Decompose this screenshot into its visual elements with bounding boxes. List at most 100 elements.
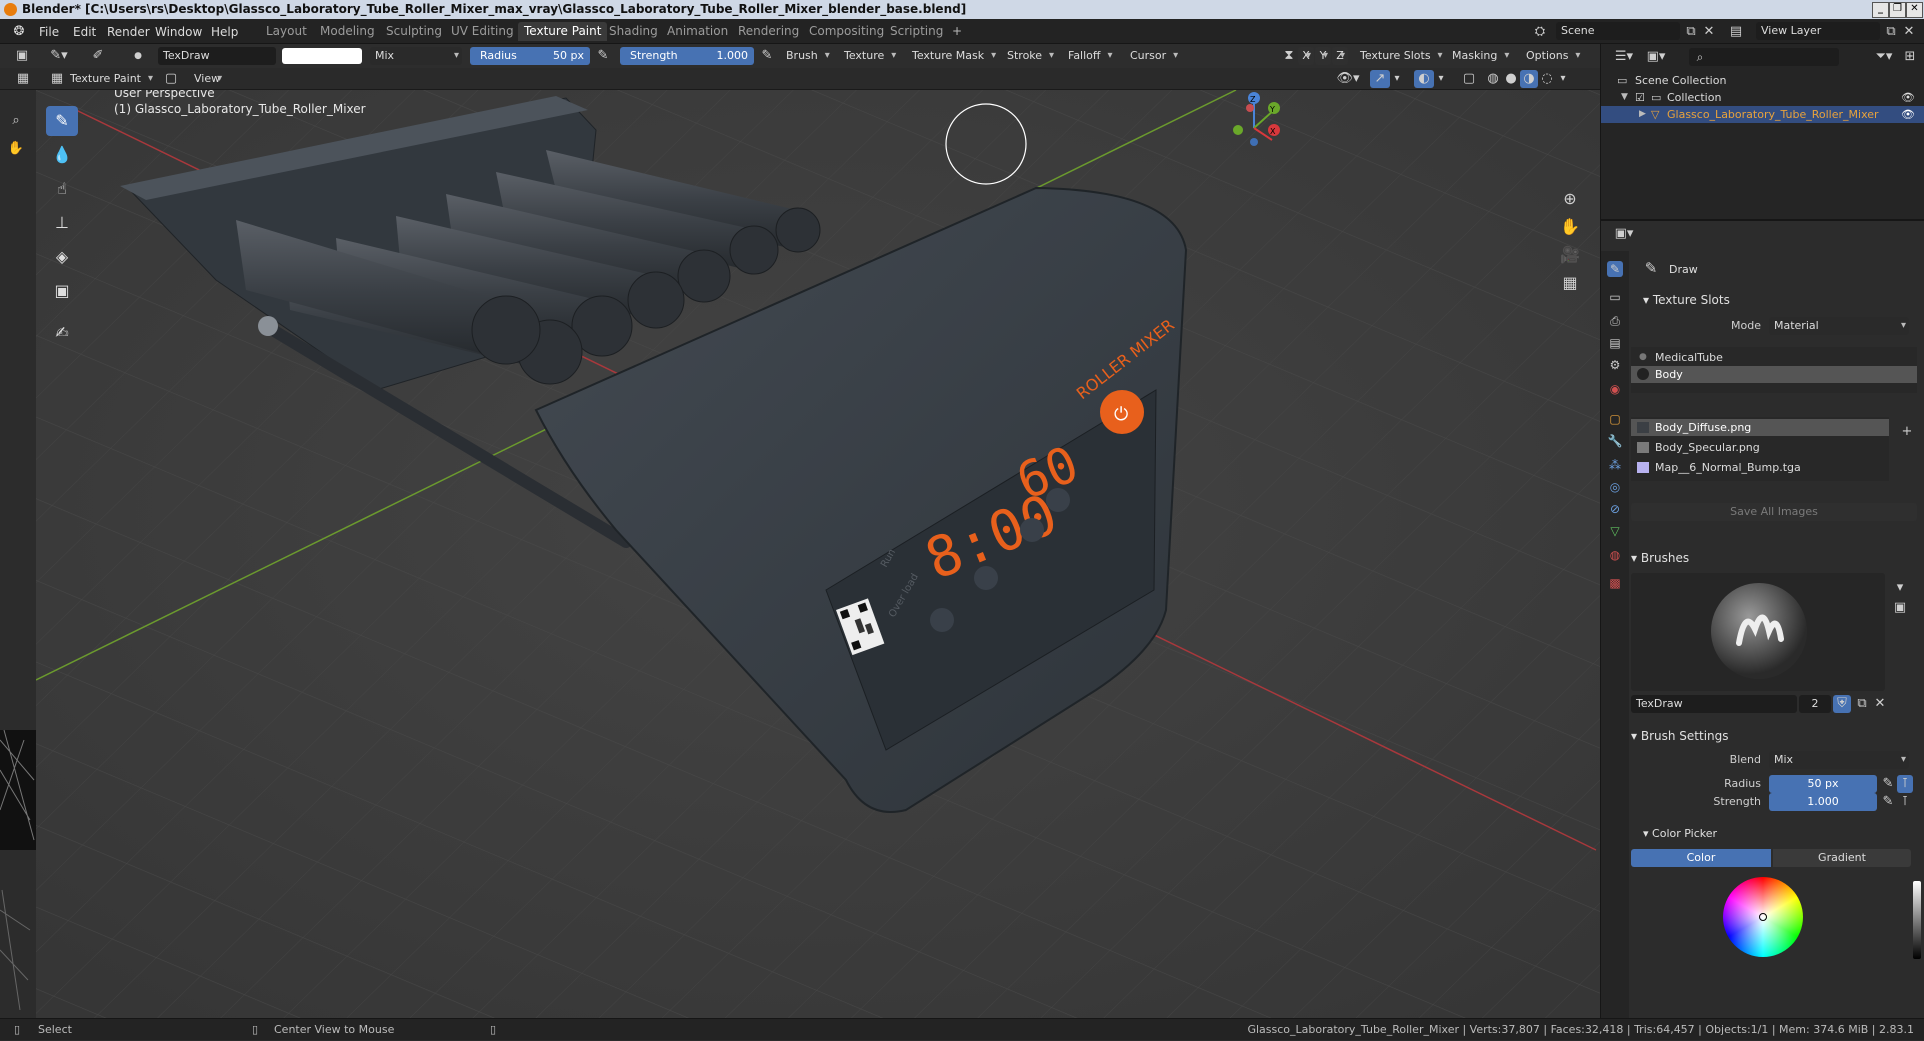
strength-slider[interactable]: 1.000 bbox=[1769, 793, 1877, 811]
paint-mask-icon[interactable]: ▢ bbox=[162, 70, 180, 88]
menu-file[interactable]: File bbox=[39, 25, 59, 39]
brush-menu[interactable]: Brush bbox=[782, 47, 832, 65]
color-wheel[interactable] bbox=[1723, 877, 1803, 957]
image-slot-row[interactable]: Map__6_Normal_Bump.tga bbox=[1631, 459, 1889, 476]
radius-unit-icon[interactable]: ⊺ bbox=[1897, 775, 1913, 793]
cursor-menu[interactable]: Cursor bbox=[1126, 47, 1180, 65]
blend-mode-dropdown[interactable]: Mix bbox=[370, 47, 462, 65]
strength-slider[interactable]: Strength 1.000 bbox=[620, 47, 754, 65]
mode-menu-icon[interactable]: ✎▾ bbox=[45, 47, 73, 65]
falloff-menu[interactable]: Falloff bbox=[1064, 47, 1114, 65]
rendered-shading-icon[interactable]: ◌ bbox=[1538, 70, 1556, 88]
smear-tool-icon[interactable]: ☝ bbox=[46, 174, 78, 204]
axis-y-toggle[interactable]: Y bbox=[1315, 47, 1331, 65]
texture-tab-icon[interactable]: ▩ bbox=[1607, 575, 1623, 591]
camera-icon[interactable]: 🎥 bbox=[1560, 246, 1580, 264]
image-slot-row[interactable]: Body_Diffuse.png bbox=[1631, 419, 1889, 436]
clone-tool-icon[interactable]: ⊥ bbox=[46, 208, 78, 238]
outliner-object-row[interactable]: ▶ ▽ Glassco_Laboratory_Tube_Roller_Mixer… bbox=[1601, 106, 1924, 123]
data-tab-icon[interactable]: ▽ bbox=[1607, 523, 1623, 539]
delete-scene-icon[interactable]: ✕ bbox=[1700, 23, 1718, 41]
expand-arrow-icon[interactable]: ▶ bbox=[1639, 106, 1646, 123]
view-layer-tab-icon[interactable]: ▤ bbox=[1607, 335, 1623, 351]
brush-tool-icon[interactable]: ✐ bbox=[88, 47, 108, 65]
3d-viewport[interactable]: ROLLER MIXER ⏻ 8:00 60 Run Over load Z Y… bbox=[36, 90, 1600, 1018]
brush-image-icon[interactable]: ▣ bbox=[1891, 599, 1909, 617]
gizmo-toggle-icon[interactable]: ↗ bbox=[1370, 70, 1390, 88]
add-slot-icon[interactable]: + bbox=[1899, 423, 1915, 441]
menu-window[interactable]: Window bbox=[155, 25, 202, 39]
material-slot-medicaltube[interactable]: ● MedicalTube bbox=[1631, 349, 1917, 366]
editor-type-icon[interactable]: ▣ bbox=[12, 47, 32, 65]
tab-layout[interactable]: Layout bbox=[260, 22, 313, 41]
pan-hand-icon[interactable]: ✋ bbox=[1560, 218, 1580, 236]
world-tab-icon[interactable]: ◉ bbox=[1607, 381, 1623, 397]
tab-texture-paint[interactable]: Texture Paint bbox=[518, 22, 608, 41]
brushes-header[interactable]: ▾ Brushes bbox=[1631, 551, 1689, 565]
radius-slider[interactable]: 50 px bbox=[1769, 775, 1877, 793]
new-view-layer-icon[interactable]: ⧉ bbox=[1882, 23, 1900, 41]
menu-render[interactable]: Render bbox=[107, 25, 150, 39]
view-layer-icon[interactable]: ▤ bbox=[1726, 23, 1746, 41]
color-picker-header[interactable]: ▾ Color Picker bbox=[1643, 827, 1717, 840]
outliner-search-input[interactable] bbox=[1689, 48, 1839, 66]
zoom-icon[interactable]: ⊕ bbox=[1560, 190, 1580, 208]
annotate-tool-icon[interactable]: ✍ bbox=[46, 318, 78, 348]
material-slot-body[interactable]: Body bbox=[1631, 366, 1917, 383]
scene-tab-icon[interactable]: ⚙ bbox=[1607, 357, 1623, 373]
brush-users-count[interactable]: 2 bbox=[1799, 695, 1831, 713]
texture-slots-header[interactable]: ▾ Texture Slots bbox=[1643, 293, 1730, 307]
tab-sculpting[interactable]: Sculpting bbox=[380, 22, 448, 41]
axis-z-toggle[interactable]: Z bbox=[1332, 47, 1348, 65]
search-icon[interactable]: ⌕ bbox=[6, 112, 26, 130]
scene-icon[interactable]: ⛭ bbox=[1530, 23, 1550, 41]
stroke-menu[interactable]: Stroke bbox=[1003, 47, 1056, 65]
gizmo-menu-icon[interactable]: ▾ bbox=[1390, 70, 1404, 88]
tab-rendering[interactable]: Rendering bbox=[732, 22, 805, 41]
outliner-collection[interactable]: ▼ ☑ ▭ Collection 👁 bbox=[1601, 89, 1924, 106]
strength-unit-icon[interactable]: ⊺ bbox=[1897, 793, 1913, 811]
tab-animation[interactable]: Animation bbox=[661, 22, 734, 41]
material-tab-icon[interactable]: ◍ bbox=[1607, 547, 1623, 563]
tab-shading[interactable]: Shading bbox=[603, 22, 664, 41]
radius-slider[interactable]: Radius 50 px bbox=[470, 47, 590, 65]
tab-uv-editing[interactable]: UV Editing bbox=[445, 22, 520, 41]
visibility-eye-icon[interactable]: 👁 bbox=[1901, 106, 1915, 123]
object-tab-icon[interactable]: ▢ bbox=[1607, 411, 1623, 427]
minimize-button[interactable]: _ bbox=[1872, 2, 1889, 18]
fake-user-shield-icon[interactable]: ⛨ bbox=[1833, 695, 1851, 713]
strength-pressure-icon[interactable]: ✎ bbox=[758, 47, 776, 65]
shading-menu-icon[interactable]: ▾ bbox=[1556, 70, 1570, 88]
mask-tool-icon[interactable]: ▣ bbox=[46, 276, 78, 306]
axis-x-toggle[interactable]: X bbox=[1298, 47, 1314, 65]
hand-icon[interactable]: ✋ bbox=[6, 140, 26, 158]
solid-shading-icon[interactable]: ● bbox=[1502, 70, 1520, 88]
blend-dropdown[interactable]: Mix bbox=[1769, 751, 1909, 769]
image-slot-list[interactable]: Body_Diffuse.png Body_Specular.png Map__… bbox=[1631, 417, 1889, 481]
material-slot-list[interactable]: ● MedicalTube Body bbox=[1631, 347, 1917, 393]
viewport-scene[interactable]: ROLLER MIXER ⏻ 8:00 60 Run Over load Z Y… bbox=[36, 90, 1600, 1018]
strength-pressure-icon[interactable]: ✎ bbox=[1881, 793, 1895, 811]
scene-field[interactable]: Scene bbox=[1556, 22, 1680, 40]
duplicate-brush-icon[interactable]: ⧉ bbox=[1853, 695, 1871, 713]
particles-tab-icon[interactable]: ⁂ bbox=[1607, 457, 1623, 473]
modifier-tab-icon[interactable]: 🔧 bbox=[1607, 433, 1623, 449]
tab-scripting[interactable]: Scripting bbox=[884, 22, 949, 41]
color-cursor[interactable] bbox=[1759, 913, 1767, 921]
masking-menu[interactable]: Masking bbox=[1448, 47, 1511, 65]
checkbox-icon[interactable]: ☑ bbox=[1635, 89, 1645, 106]
outliner-editor-icon[interactable]: ☰▾ bbox=[1611, 48, 1637, 66]
new-scene-icon[interactable]: ⧉ bbox=[1682, 23, 1700, 41]
new-collection-icon[interactable]: ⊞ bbox=[1901, 48, 1919, 66]
visibility-icon[interactable]: 👁▾ bbox=[1334, 70, 1362, 88]
add-workspace-button[interactable]: + bbox=[946, 22, 968, 41]
brush-preview[interactable] bbox=[1631, 573, 1885, 691]
brush-settings-header[interactable]: ▾ Brush Settings bbox=[1631, 729, 1729, 743]
output-tab-icon[interactable]: ⎙ bbox=[1607, 313, 1623, 329]
menu-edit[interactable]: Edit bbox=[73, 25, 96, 39]
overlay-menu-icon[interactable]: ▾ bbox=[1434, 70, 1448, 88]
display-mode-icon[interactable]: ▣▾ bbox=[1643, 48, 1669, 66]
brush-browse-icon[interactable]: ● bbox=[130, 47, 146, 65]
color-tab[interactable]: Color bbox=[1631, 849, 1771, 867]
texture-menu[interactable]: Texture bbox=[840, 47, 898, 65]
